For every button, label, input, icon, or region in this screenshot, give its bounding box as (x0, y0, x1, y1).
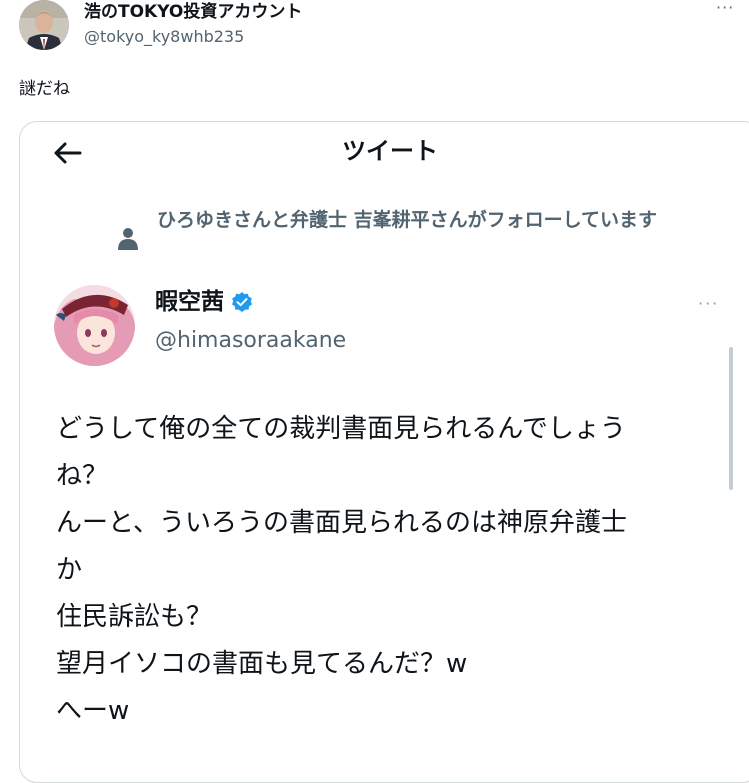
ellipsis-icon[interactable]: ··· (698, 294, 719, 313)
tweet-line: んーと、ういろうの書面見られるのは神原弁護士 (56, 508, 627, 538)
author-avatar[interactable] (19, 0, 69, 50)
more-options-icon[interactable]: ··· (716, 0, 734, 16)
quoted-author-name-row[interactable]: 暇空茜 (155, 286, 253, 318)
social-context[interactable]: ひろゆきさんと弁護士 吉峯耕平さんがフォローしています (157, 206, 737, 235)
quoted-author-avatar[interactable] (54, 285, 135, 366)
tweet-line: か (56, 555, 83, 585)
author-name[interactable]: 浩のTOKYO投資アカウント (84, 0, 302, 24)
post-text: 謎だね (19, 79, 70, 99)
verified-badge-icon (232, 292, 252, 312)
card-header-title: ツイート (342, 137, 438, 165)
person-icon (118, 228, 138, 250)
tweet-line: へーw (56, 696, 130, 726)
tweet-line: どうして俺の全ての裁判書面見られるんでしょう (56, 414, 626, 444)
quoted-tweet-card[interactable]: ツイート ひろゆきさんと弁護士 吉峯耕平さんがフォローしています 暇空茜 @hi… (19, 121, 749, 783)
tweet-line: 望月イソコの書面も見てるんだ？w (56, 649, 468, 679)
tweet-line: 住民訴訟も？ (56, 602, 213, 632)
quoted-author-handle[interactable]: @himasoraakane (155, 325, 346, 357)
author-handle[interactable]: @tokyo_ky8whb235 (84, 26, 244, 48)
scrollbar[interactable] (729, 347, 733, 490)
tweet-line: ね？ (56, 461, 109, 491)
quoted-tweet-body: どうして俺の全ての裁判書面見られるんでしょう ね？ んーと、ういろうの書面見られ… (56, 406, 736, 735)
quoted-author-name[interactable]: 暇空茜 (155, 286, 224, 318)
